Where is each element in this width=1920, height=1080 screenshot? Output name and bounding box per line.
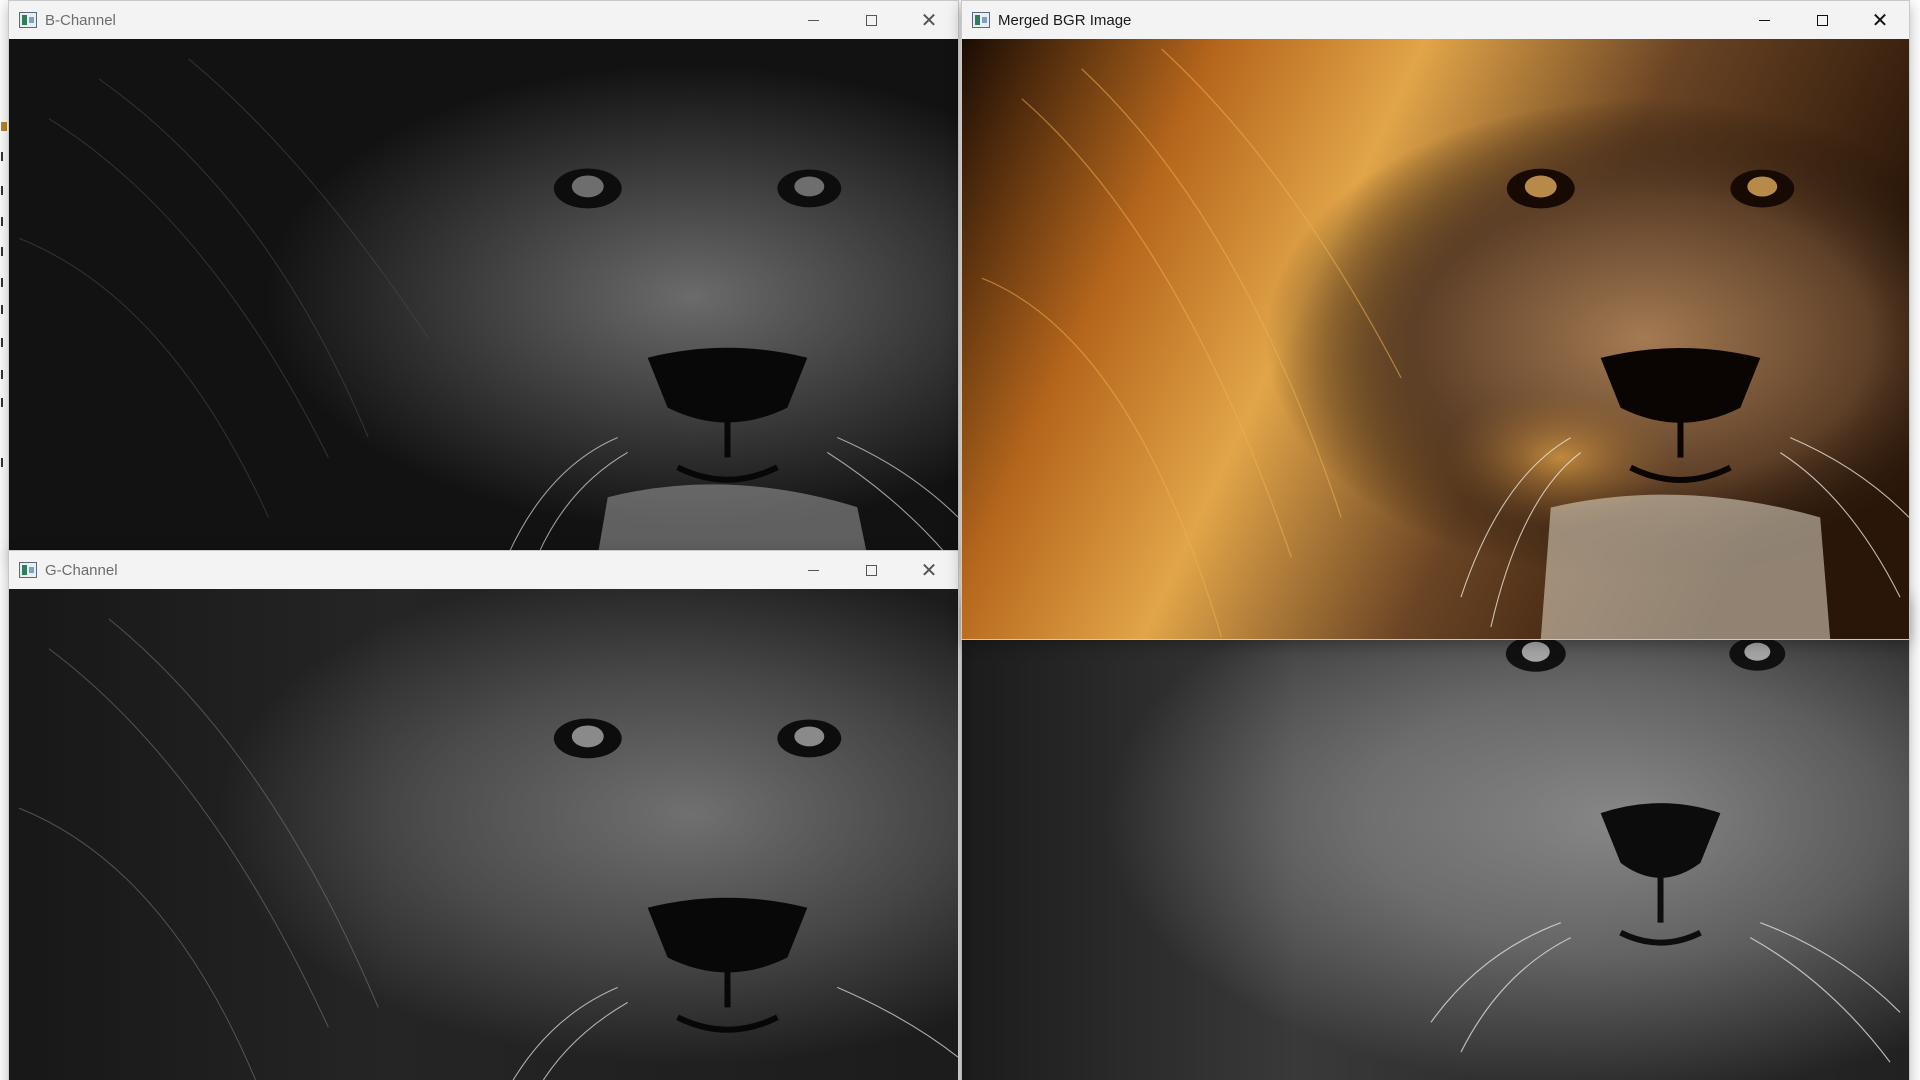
b-channel-window[interactable]: B-Channel ✕ (8, 0, 959, 556)
minimize-button[interactable] (784, 1, 842, 39)
close-button[interactable]: ✕ (1851, 1, 1909, 39)
r-channel-window[interactable] (961, 593, 1910, 1080)
minimize-button[interactable] (784, 551, 842, 589)
minimize-icon (807, 19, 819, 21)
minimize-icon (807, 569, 819, 571)
close-icon: ✕ (920, 8, 938, 32)
close-button[interactable]: ✕ (900, 1, 958, 39)
b-channel-image (9, 39, 958, 555)
minimize-button[interactable] (1735, 1, 1793, 39)
g-channel-titlebar[interactable]: G-Channel ✕ (9, 551, 958, 589)
editor-glyph (1, 338, 7, 347)
editor-glyph (1, 122, 7, 131)
maximize-icon (865, 14, 877, 26)
app-icon (972, 12, 990, 28)
app-icon (19, 12, 37, 28)
editor-glyph (1, 370, 7, 379)
editor-glyph (1, 278, 7, 287)
editor-glyph (1, 305, 7, 314)
editor-glyph (1, 186, 7, 195)
editor-glyph (1, 398, 7, 407)
window-controls: ✕ (784, 1, 958, 39)
app-icon (19, 562, 37, 578)
window-controls: ✕ (1735, 1, 1909, 39)
close-icon: ✕ (920, 558, 938, 582)
window-title: G-Channel (45, 561, 118, 579)
editor-glyph (1, 247, 7, 256)
maximize-button[interactable] (842, 1, 900, 39)
g-channel-image (9, 589, 958, 1080)
b-channel-titlebar[interactable]: B-Channel ✕ (9, 1, 958, 39)
window-controls: ✕ (784, 551, 958, 589)
maximize-icon (865, 564, 877, 576)
minimize-icon (1758, 19, 1770, 21)
editor-glyph (1, 217, 7, 226)
r-channel-image (962, 594, 1909, 1080)
close-button[interactable]: ✕ (900, 551, 958, 589)
close-icon: ✕ (1871, 8, 1889, 32)
merged-titlebar[interactable]: Merged BGR Image ✕ (962, 1, 1909, 39)
editor-glyph (1, 152, 7, 161)
maximize-icon (1816, 14, 1828, 26)
editor-glyph (1, 458, 7, 467)
window-title: B-Channel (45, 11, 116, 29)
g-channel-window[interactable]: G-Channel ✕ (8, 550, 959, 1080)
maximize-button[interactable] (842, 551, 900, 589)
merged-bgr-image (962, 39, 1909, 639)
window-title: Merged BGR Image (998, 11, 1132, 29)
maximize-button[interactable] (1793, 1, 1851, 39)
merged-bgr-window[interactable]: Merged BGR Image ✕ (961, 0, 1910, 640)
